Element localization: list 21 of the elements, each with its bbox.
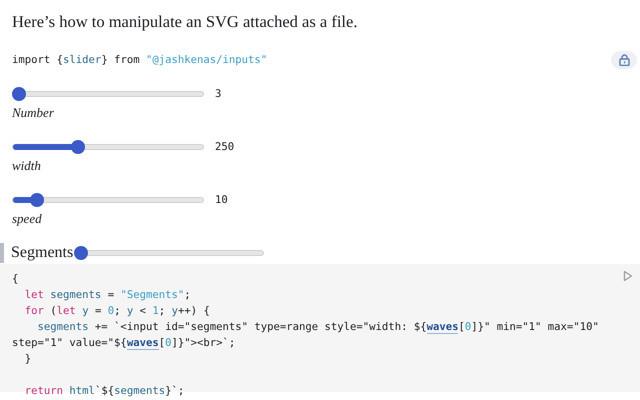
code-line: { bbox=[12, 272, 20, 287]
slider-thumb[interactable] bbox=[70, 140, 85, 154]
code-line: segments += `<input id="segments" type=range style="width: ${waves[0]}" min="1" max="10" step="1" value="${waves[0]}"><br>`; bbox=[12, 320, 600, 351]
slider-thumb[interactable] bbox=[74, 246, 88, 260]
slider-value: 250 bbox=[215, 141, 234, 153]
slider-value: 3 bbox=[215, 88, 222, 100]
slider-thumb[interactable] bbox=[12, 87, 26, 101]
intro-text: Here’s how to manipulate an SVG attached as a file. bbox=[12, 12, 358, 32]
slider-label: Number bbox=[12, 105, 55, 121]
lock-button[interactable] bbox=[611, 51, 637, 69]
code-line: return html`${segments}`; bbox=[24, 384, 186, 399]
slider-label: speed bbox=[12, 211, 43, 227]
slider-label: width bbox=[12, 158, 42, 174]
code-line: for (let y = 0; y < 1; y++) { bbox=[24, 304, 211, 319]
code-line: let segments = "Segments"; bbox=[24, 288, 192, 303]
slider-value: 10 bbox=[215, 194, 228, 206]
import-statement: import {slider} from "@jashkenas/inputs" bbox=[12, 54, 268, 66]
lock-icon bbox=[618, 54, 630, 66]
slider-thumb[interactable] bbox=[30, 193, 44, 207]
code-line: } bbox=[24, 352, 32, 367]
segments-label: Segments bbox=[11, 244, 74, 262]
